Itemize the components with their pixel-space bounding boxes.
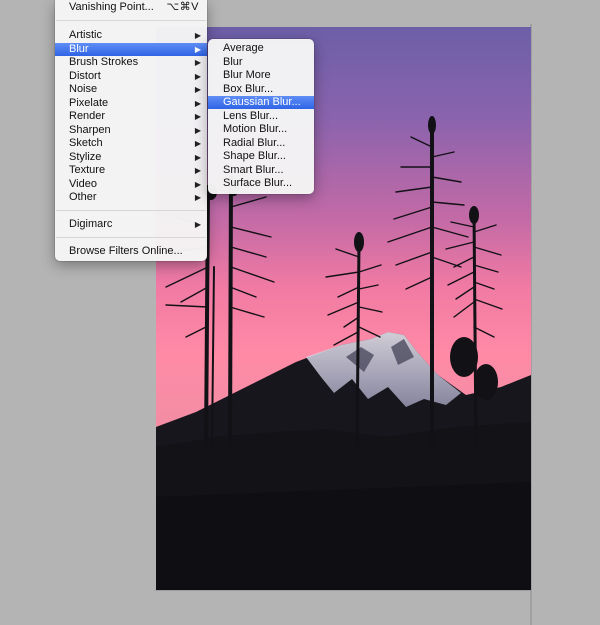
submenu-arrow-icon: ▶ xyxy=(194,166,201,175)
menu-item-label: Other xyxy=(69,191,97,203)
menu-item-box-blur[interactable]: Box Blur... xyxy=(208,83,314,96)
menu-item-label: Blur More xyxy=(223,69,271,81)
menu-item-blur[interactable]: Blur ▶ xyxy=(55,42,207,56)
menu-item-brush-strokes[interactable]: Brush Strokes ▶ xyxy=(55,56,207,69)
menu-item-surface-blur[interactable]: Surface Blur... xyxy=(208,177,314,190)
menu-item-shape-blur[interactable]: Shape Blur... xyxy=(208,150,314,163)
submenu-arrow-icon: ▶ xyxy=(194,125,201,135)
menu-item-browse-filters-online[interactable]: Browse Filters Online... xyxy=(55,245,207,258)
menu-item-label: Render xyxy=(69,110,106,122)
submenu-arrow-icon: ▶ xyxy=(194,71,201,81)
submenu-arrow-icon: ▶ xyxy=(194,193,201,202)
menu-separator xyxy=(56,20,206,21)
menu-item-blur-more[interactable]: Blur More xyxy=(208,69,314,82)
submenu-arrow-icon: ▶ xyxy=(194,152,201,162)
menu-item-sharpen[interactable]: Sharpen ▶ xyxy=(55,124,207,137)
menu-item-texture[interactable]: Texture ▶ xyxy=(55,164,207,177)
submenu-arrow-icon: ▶ xyxy=(194,139,201,148)
submenu-arrow-icon: ▶ xyxy=(194,220,201,229)
menu-item-label: Browse Filters Online... xyxy=(69,245,183,257)
blur-submenu: Average Blur Blur More Box Blur... Gaussian … xyxy=(208,39,314,194)
menu-item-blur[interactable]: Blur xyxy=(208,56,314,69)
menu-item-label: Texture xyxy=(69,164,106,176)
menu-item-label: Video xyxy=(69,177,97,190)
menu-item-label: Surface Blur... xyxy=(223,177,293,189)
menu-item-digimarc[interactable]: Digimarc ▶ xyxy=(55,218,207,231)
menu-item-radial-blur[interactable]: Radial Blur... xyxy=(208,137,314,150)
menu-item-label: Motion Blur... xyxy=(223,123,288,135)
menu-item-label: Box Blur... xyxy=(223,82,274,95)
menu-item-label: Blur xyxy=(223,55,243,68)
menu-item-render[interactable]: Render ▶ xyxy=(55,110,207,123)
keyboard-shortcut: ⌥⌘V xyxy=(166,1,199,13)
menu-item-label: Average xyxy=(223,42,264,54)
submenu-arrow-icon: ▶ xyxy=(194,98,201,108)
menu-item-sketch[interactable]: Sketch ▶ xyxy=(55,137,207,150)
menu-item-artistic[interactable]: Artistic ▶ xyxy=(55,29,207,42)
menu-item-stylize[interactable]: Stylize ▶ xyxy=(55,151,207,164)
menu-item-label: Sharpen xyxy=(69,123,111,136)
submenu-arrow-icon: ▶ xyxy=(194,58,201,67)
submenu-arrow-icon: ▶ xyxy=(194,85,201,94)
menu-separator xyxy=(56,210,206,211)
menu-item-label: Noise xyxy=(69,83,98,95)
menu-item-label: Gaussian Blur... xyxy=(223,96,301,108)
menu-item-noise[interactable]: Noise ▶ xyxy=(55,83,207,96)
menu-item-motion-blur[interactable]: Motion Blur... xyxy=(208,123,314,136)
canvas-bottom-edge xyxy=(155,590,532,591)
menu-item-label: Shape Blur... xyxy=(223,150,286,162)
menu-item-label: Lens Blur... xyxy=(223,109,279,122)
menu-separator xyxy=(56,237,206,238)
menu-item-label: Vanishing Point... xyxy=(69,1,154,13)
menu-item-label: Smart Blur... xyxy=(223,163,284,176)
menu-item-video[interactable]: Video ▶ xyxy=(55,178,207,191)
menu-item-average[interactable]: Average xyxy=(208,42,314,55)
menu-item-smart-blur[interactable]: Smart Blur... xyxy=(208,164,314,177)
menu-item-vanishing-point[interactable]: Vanishing Point... ⌥⌘V xyxy=(55,1,207,14)
submenu-arrow-icon: ▶ xyxy=(194,179,201,189)
menu-item-label: Radial Blur... xyxy=(223,136,286,149)
filter-menu: Vanishing Point... ⌥⌘V Artistic ▶ Blur ▶ Bru… xyxy=(55,0,207,261)
menu-item-label: Sketch xyxy=(69,137,103,149)
menu-item-pixelate[interactable]: Pixelate ▶ xyxy=(55,97,207,110)
menu-item-label: Blur xyxy=(69,42,89,55)
menu-item-label: Distort xyxy=(69,69,101,82)
menu-item-other[interactable]: Other ▶ xyxy=(55,191,207,204)
menu-item-label: Stylize xyxy=(69,150,102,163)
submenu-arrow-icon: ▶ xyxy=(194,112,201,121)
menu-item-label: Pixelate xyxy=(69,96,109,109)
submenu-arrow-icon: ▶ xyxy=(194,44,201,54)
menu-item-gaussian-blur[interactable]: Gaussian Blur... xyxy=(208,96,314,109)
menu-item-distort[interactable]: Distort ▶ xyxy=(55,70,207,83)
menu-item-label: Artistic xyxy=(69,29,102,41)
menu-item-label: Brush Strokes xyxy=(69,56,139,68)
submenu-arrow-icon: ▶ xyxy=(194,31,201,40)
menu-item-lens-blur[interactable]: Lens Blur... xyxy=(208,110,314,123)
menu-item-label: Digimarc xyxy=(69,218,113,230)
